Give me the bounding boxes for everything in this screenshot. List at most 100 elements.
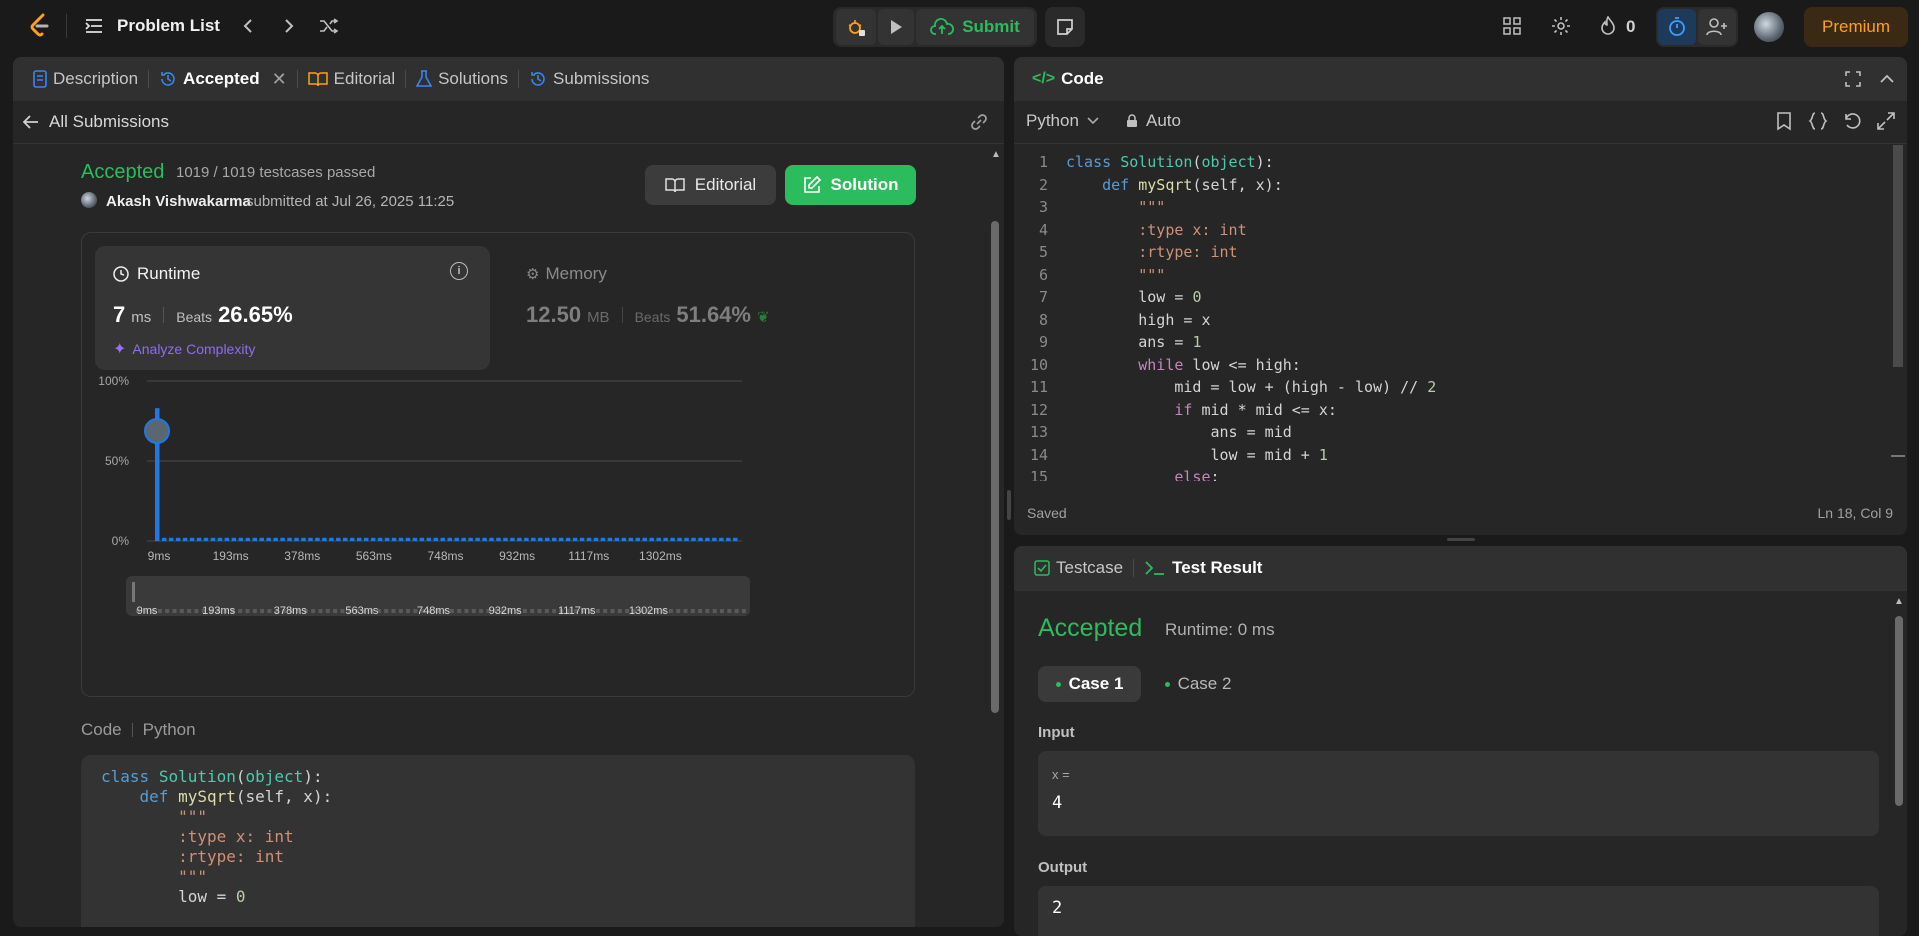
- code-line[interactable]: 15 else:: [1014, 466, 1884, 481]
- case-2-label: Case 2: [1177, 674, 1232, 693]
- code-line[interactable]: 5 :rtype: int: [1014, 241, 1884, 264]
- notes-icon[interactable]: [1045, 7, 1085, 47]
- mini-bar: [179, 609, 184, 613]
- language-select[interactable]: Python: [1026, 111, 1099, 131]
- mini-bar: [676, 609, 681, 613]
- code-line[interactable]: 6 """: [1014, 264, 1884, 287]
- code-editor[interactable]: 1 class Solution(object): 2 def mySqrt(sel…: [1014, 151, 1884, 481]
- chart-bar: [670, 537, 675, 541]
- code-line[interactable]: 11 mid = low + (high - low) // 2: [1014, 376, 1884, 399]
- tab-accepted[interactable]: Accepted ✕: [153, 57, 293, 101]
- scroll-thumb[interactable]: [1893, 145, 1903, 367]
- auto-mode[interactable]: Auto: [1126, 111, 1181, 131]
- editor-header: </> Code: [1014, 57, 1907, 101]
- debug-icon[interactable]: [836, 9, 876, 45]
- mini-bar: [479, 609, 484, 613]
- collapse-icon[interactable]: [1877, 69, 1897, 89]
- leetcode-logo-icon[interactable]: [26, 12, 54, 40]
- scroll-thumb[interactable]: [991, 221, 999, 713]
- list-icon[interactable]: [83, 14, 105, 38]
- chart-bar: [524, 537, 529, 541]
- code-line[interactable]: 14 low = mid + 1: [1014, 444, 1884, 467]
- timer-icon[interactable]: [1658, 9, 1696, 45]
- y-tick-label: 0%: [112, 534, 130, 548]
- chart-bar: [287, 537, 292, 541]
- layout-icon[interactable]: [1500, 14, 1524, 38]
- editor-scrollbar[interactable]: [1891, 145, 1905, 457]
- editorial-button[interactable]: Editorial: [645, 165, 776, 205]
- code-line[interactable]: 13 ans = mid: [1014, 421, 1884, 444]
- tab-editorial[interactable]: Editorial: [302, 57, 401, 101]
- run-icon[interactable]: [878, 9, 914, 45]
- result-scrollbar[interactable]: ▲: [1893, 596, 1905, 926]
- chart-bar: [517, 537, 522, 541]
- code-line: """: [101, 807, 207, 826]
- code-line[interactable]: 12 if mid * mid <= x:: [1014, 399, 1884, 422]
- runtime-distribution-chart[interactable]: 100% 50% 0% 9ms 193ms 378ms 563ms 748ms 932ms 111…: [82, 373, 916, 698]
- close-tab-icon[interactable]: ✕: [272, 69, 287, 90]
- mini-bar: [610, 609, 615, 613]
- code-line[interactable]: 4 :type x: int: [1014, 219, 1884, 242]
- memory-card[interactable]: ⚙ Memory 12.50 MB Beats 51.64% ❦: [512, 246, 907, 370]
- tab-divider: [518, 70, 520, 88]
- mini-bar: [734, 609, 739, 613]
- submitter-name[interactable]: Akash Vishwakarma: [106, 193, 251, 210]
- prev-problem-icon[interactable]: [237, 14, 259, 38]
- horizontal-splitter[interactable]: [1447, 538, 1475, 541]
- info-icon[interactable]: i: [450, 262, 468, 280]
- code-line: class Solution(object):: [101, 767, 323, 786]
- code-line[interactable]: 10 while low <= high:: [1014, 354, 1884, 377]
- next-problem-icon[interactable]: [278, 14, 300, 38]
- share-link-icon[interactable]: [968, 111, 990, 133]
- settings-gear-icon[interactable]: [1549, 14, 1573, 38]
- reset-icon[interactable]: [1842, 111, 1862, 131]
- chart-bar: [621, 537, 627, 541]
- back-to-submissions[interactable]: All Submissions: [23, 112, 169, 132]
- left-scrollbar[interactable]: ▲: [989, 145, 1001, 927]
- shuffle-icon[interactable]: [317, 14, 341, 38]
- tab-submissions[interactable]: Submissions: [523, 57, 655, 101]
- maximize-icon[interactable]: [1843, 69, 1863, 89]
- avatar[interactable]: [1754, 12, 1784, 42]
- checkbox-icon: [1034, 560, 1050, 576]
- vertical-splitter[interactable]: [1007, 490, 1011, 520]
- code-line[interactable]: 7 low = 0: [1014, 286, 1884, 309]
- chart-bar: [649, 537, 654, 541]
- format-braces-icon[interactable]: [1808, 111, 1828, 131]
- code-line[interactable]: 3 """: [1014, 196, 1884, 219]
- output-box[interactable]: 2: [1038, 886, 1879, 936]
- submit-button[interactable]: Submit: [916, 9, 1034, 45]
- tab-solutions[interactable]: Solutions: [410, 57, 514, 101]
- solution-button[interactable]: Solution: [785, 165, 916, 205]
- add-friend-icon[interactable]: [1698, 9, 1736, 45]
- tab-test-result[interactable]: Test Result: [1138, 546, 1268, 590]
- case-2-tab[interactable]: Case 2: [1148, 666, 1248, 702]
- y-tick-label: 100%: [98, 374, 129, 388]
- chart-bar: [405, 537, 411, 541]
- divider: [1014, 143, 1907, 144]
- tab-testcase[interactable]: Testcase: [1028, 546, 1129, 590]
- chart-bar: [614, 537, 620, 541]
- premium-button[interactable]: Premium: [1804, 7, 1908, 47]
- streak-fire-icon[interactable]: [1598, 14, 1618, 38]
- chart-bar: [391, 537, 397, 541]
- chip-icon: ⚙: [526, 266, 540, 283]
- case-1-tab[interactable]: Case 1: [1038, 666, 1141, 702]
- fullscreen-icon[interactable]: [1876, 111, 1896, 131]
- analyze-complexity-link[interactable]: ✦ Analyze Complexity: [113, 339, 255, 359]
- left-panel: Description Accepted ✕ Editorial Solutio…: [13, 57, 1004, 927]
- runtime-card[interactable]: Runtime i 7 ms Beats 26.65% ✦ Analyze Co…: [95, 246, 490, 370]
- code-line[interactable]: 2 def mySqrt(self, x):: [1014, 174, 1884, 197]
- code-line[interactable]: 1 class Solution(object):: [1014, 151, 1884, 174]
- bookmark-icon[interactable]: [1774, 111, 1794, 131]
- problem-list-link[interactable]: Problem List: [117, 16, 220, 36]
- code-line[interactable]: 8 high = x: [1014, 309, 1884, 332]
- chart-bar: [196, 537, 202, 541]
- scroll-thumb[interactable]: [1895, 616, 1903, 806]
- input-box[interactable]: x = 4: [1038, 751, 1879, 836]
- mini-bar: [318, 609, 323, 613]
- code-line[interactable]: 9 ans = 1: [1014, 331, 1884, 354]
- tab-description[interactable]: Description: [27, 57, 144, 101]
- chart-bar: [565, 537, 571, 541]
- tab-code[interactable]: </> Code: [1026, 57, 1110, 101]
